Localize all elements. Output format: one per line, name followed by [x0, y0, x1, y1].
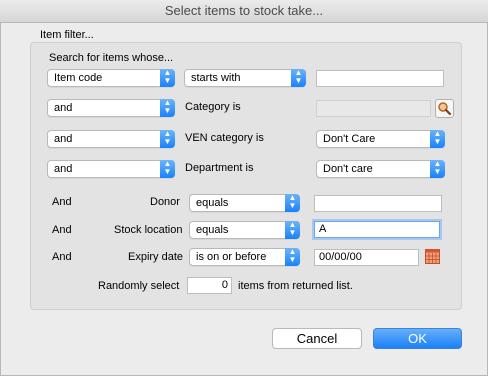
ven-category-value: Don't Care — [323, 133, 376, 145]
item-field-popup[interactable]: Item code ▲ ▼ — [47, 69, 175, 87]
donor-operator-popup[interactable]: equals ▲ ▼ — [189, 194, 300, 212]
ven-category-popup[interactable]: Don't Care ▲ ▼ — [316, 130, 445, 148]
stock-location-input[interactable]: A — [314, 221, 440, 238]
ok-button[interactable]: OK — [373, 328, 462, 349]
cancel-button[interactable]: Cancel — [272, 328, 362, 349]
conjunction-value: and — [54, 133, 73, 145]
dialog-window: Select items to stock take... Item filte… — [0, 0, 488, 376]
expiry-operator-value: is on or before — [196, 251, 267, 263]
up-down-arrows-icon: ▲ ▼ — [430, 130, 445, 148]
conjunction-value: and — [54, 102, 73, 114]
department-value: Don't care — [323, 163, 373, 175]
calendar-icon — [425, 249, 440, 264]
stock-location-label: Stock location — [114, 224, 183, 236]
search-heading: Search for items whose... — [49, 52, 174, 64]
up-down-arrows-icon: ▲ ▼ — [160, 130, 175, 148]
random-count-input[interactable]: 0 — [187, 277, 232, 294]
donor-conjunction: And — [52, 196, 72, 208]
window-title: Select items to stock take... — [0, 0, 488, 23]
up-down-arrows-icon: ▲ ▼ — [160, 160, 175, 178]
up-down-arrows-icon: ▲ ▼ — [160, 69, 175, 87]
up-down-arrows-icon: ▲ ▼ — [291, 69, 306, 87]
operator-value: starts with — [191, 72, 241, 84]
up-down-arrows-icon: ▲ ▼ — [285, 194, 300, 212]
expiry-date-label: Expiry date — [128, 251, 184, 263]
department-label: Department is — [185, 162, 254, 174]
calendar-button[interactable] — [425, 249, 440, 264]
conjunction-popup-category[interactable]: and ▲ ▼ — [47, 99, 175, 117]
item-filter-label: Item filter... — [40, 29, 94, 41]
donor-label: Donor — [150, 196, 180, 208]
up-down-arrows-icon: ▲ ▼ — [430, 160, 445, 178]
item-code-input[interactable] — [316, 70, 444, 87]
location-operator-popup[interactable]: equals ▲ ▼ — [189, 221, 300, 239]
up-down-arrows-icon: ▲ ▼ — [285, 221, 300, 239]
expiry-conjunction: And — [52, 251, 72, 263]
location-conjunction: And — [52, 224, 72, 236]
ven-category-label: VEN category is — [185, 132, 264, 144]
up-down-arrows-icon: ▲ ▼ — [160, 99, 175, 117]
donor-input[interactable] — [314, 195, 442, 212]
conjunction-value: and — [54, 163, 73, 175]
item-field-value: Item code — [54, 72, 103, 84]
category-search-button[interactable] — [435, 99, 454, 118]
conjunction-popup-ven[interactable]: and ▲ ▼ — [47, 130, 175, 148]
department-popup[interactable]: Don't care ▲ ▼ — [316, 160, 445, 178]
random-select-suffix: items from returned list. — [238, 280, 353, 292]
expiry-date-input[interactable]: 00/00/00 — [314, 249, 419, 266]
expiry-operator-popup[interactable]: is on or before ▲ ▼ — [189, 248, 300, 266]
donor-operator-value: equals — [196, 197, 229, 209]
up-down-arrows-icon: ▲ ▼ — [285, 248, 300, 266]
operator-popup[interactable]: starts with ▲ ▼ — [184, 69, 306, 87]
location-operator-value: equals — [196, 224, 229, 236]
magnifier-icon — [438, 102, 452, 116]
random-select-label: Randomly select — [98, 280, 180, 292]
conjunction-popup-department[interactable]: and ▲ ▼ — [47, 160, 175, 178]
category-label: Category is — [185, 101, 241, 113]
category-field — [316, 100, 431, 117]
